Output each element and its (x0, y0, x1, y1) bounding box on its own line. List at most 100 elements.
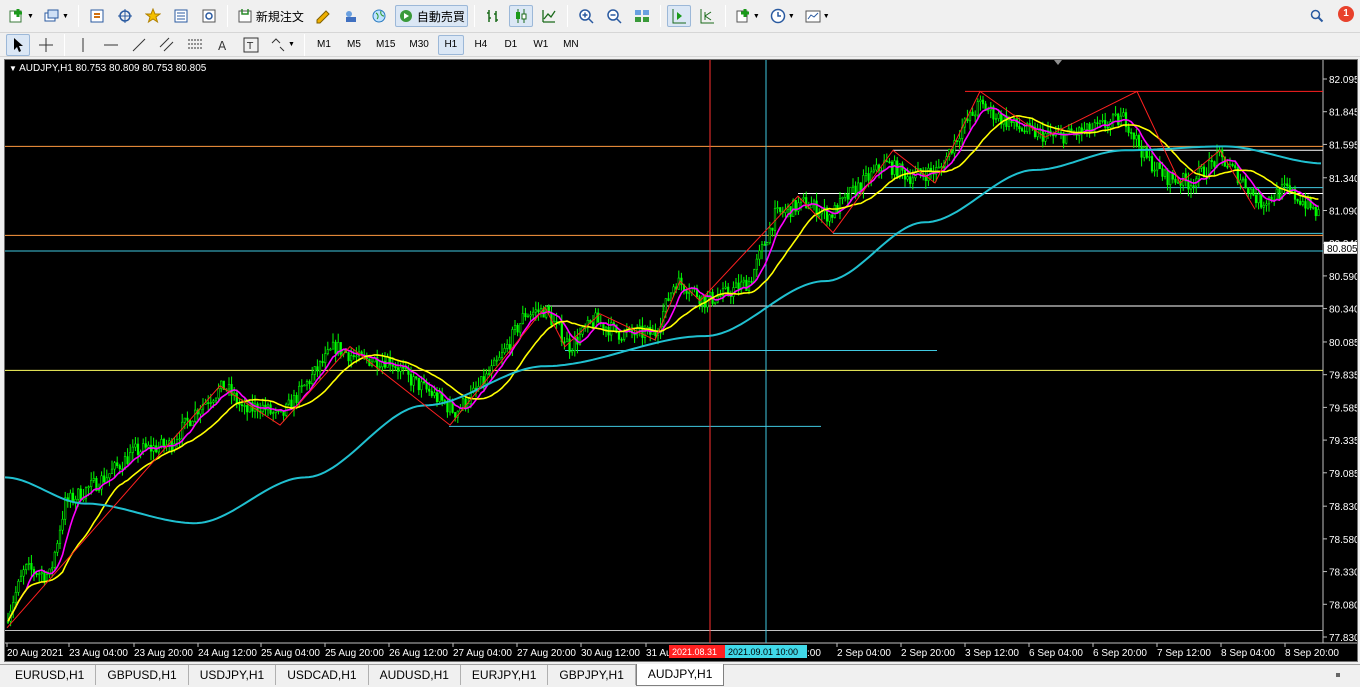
candle-body (134, 443, 137, 448)
collapse-arrow-icon[interactable]: ▼ (9, 64, 19, 73)
search-icon[interactable] (1310, 9, 1324, 23)
candle-body (1153, 169, 1156, 172)
timeframe-m15-button[interactable]: M15 (371, 35, 400, 55)
candle-body (1239, 179, 1242, 184)
candle-body (851, 185, 855, 188)
notifications-badge[interactable]: 1 (1338, 6, 1354, 22)
timeframe-m5-button[interactable]: M5 (341, 35, 367, 55)
candle-body (1101, 120, 1104, 122)
new-order-button[interactable]: 新規注文 (234, 5, 307, 27)
text-button[interactable]: A (211, 34, 235, 56)
chart-tab[interactable]: USDJPY,H1 (189, 665, 277, 685)
candle-body (1234, 165, 1237, 169)
equidistant-channel-button[interactable] (155, 34, 179, 56)
cursor-button[interactable] (6, 33, 30, 56)
trendline-icon (132, 38, 146, 51)
auto-trading-button[interactable]: 自動売買 (394, 5, 468, 27)
candle-body (300, 385, 303, 387)
crosshair-tool-button[interactable] (34, 34, 58, 56)
candle-body (1096, 122, 1099, 125)
chart-tab[interactable]: AUDUSD,H1 (369, 665, 461, 685)
chart-canvas[interactable]: 82.09581.84581.59581.34081.09080.84080.5… (5, 60, 1357, 661)
new-chart-button[interactable]: ▼ (6, 5, 37, 27)
tile-windows-button[interactable] (630, 5, 654, 27)
candle-body (737, 282, 740, 290)
templates-button[interactable]: ▼ (802, 5, 833, 27)
timeframe-h1-button[interactable]: H1 (437, 34, 464, 55)
candle-body (500, 352, 504, 358)
vertical-line-icon (82, 37, 84, 52)
candle-body (1257, 193, 1260, 204)
vertical-line-button[interactable] (71, 34, 95, 56)
timeframe-group: M1 M5 M15 M30 H1 H4 D1 W1 MN (309, 34, 586, 55)
candle-body (773, 208, 777, 231)
candle-body (831, 214, 834, 218)
chart-tab[interactable]: USDCAD,H1 (276, 665, 369, 685)
candle-body (664, 298, 667, 312)
bar-chart-button[interactable] (481, 5, 505, 27)
candle-body (355, 355, 358, 358)
candle-body (1015, 118, 1018, 127)
current-price-label: 80.805 (1327, 244, 1357, 255)
chart-tab[interactable]: EURUSD,H1 (4, 665, 97, 685)
line-chart-button[interactable] (537, 5, 561, 27)
candle-body (521, 313, 524, 324)
candle-body (805, 197, 808, 209)
chart-tab[interactable]: GBPJPY,H1 (548, 665, 636, 685)
price-tick-label: 77.830 (1329, 633, 1357, 644)
timeframe-m1-button[interactable]: M1 (311, 35, 337, 55)
horizontal-line-button[interactable] (99, 34, 123, 56)
periods-button[interactable]: ▼ (767, 5, 798, 27)
candle-body (526, 315, 530, 318)
candlestick-button[interactable] (508, 5, 533, 27)
timeframe-d1-button[interactable]: D1 (498, 35, 524, 55)
candle-body (885, 160, 888, 163)
candle-body (1130, 132, 1133, 134)
time-tick-label: 2 Sep 04:00 (837, 648, 891, 659)
time-tick-label: 7 Sep 12:00 (1157, 648, 1211, 659)
data-window-button[interactable] (113, 5, 137, 27)
candle-body (1111, 114, 1115, 122)
market-button[interactable] (367, 5, 391, 27)
time-tick-label: :00 (807, 648, 821, 659)
chart-shift-button[interactable] (666, 5, 691, 27)
candle-body (1150, 156, 1154, 172)
arrows-icon (271, 37, 285, 51)
candle-body (43, 572, 46, 582)
timeframe-m30-button[interactable]: M30 (404, 35, 433, 55)
metaeditor-button[interactable] (311, 5, 335, 27)
timeframe-h4-button[interactable]: H4 (468, 35, 494, 55)
chart-tab[interactable]: EURJPY,H1 (461, 665, 549, 685)
arrows-button[interactable]: ▼ (267, 34, 298, 56)
candle-body (480, 376, 483, 387)
indicators-button[interactable]: ▼ (732, 5, 763, 27)
text-label-button[interactable]: T (239, 34, 263, 56)
chart-tab[interactable]: AUDJPY,H1 (635, 664, 725, 686)
market-watch-button[interactable] (85, 5, 109, 27)
candle-body (768, 227, 771, 243)
timeframe-mn-button[interactable]: MN (558, 35, 584, 55)
candle-body (183, 417, 186, 423)
navigator-button[interactable] (141, 5, 165, 27)
autoscroll-button[interactable] (695, 5, 719, 27)
chart-tab[interactable]: GBPUSD,H1 (96, 665, 189, 685)
zoom-in-button[interactable] (574, 5, 598, 27)
time-tick-label: 23 Aug 20:00 (134, 648, 193, 659)
timeframe-w1-button[interactable]: W1 (528, 35, 554, 55)
profiles-button[interactable]: ▼ (41, 5, 72, 27)
candle-body (1260, 193, 1263, 208)
crosshair-tool-icon (39, 37, 53, 52)
chart-window[interactable]: 82.09581.84581.59581.34081.09080.84080.5… (4, 59, 1358, 662)
signals-button[interactable] (339, 5, 363, 27)
zoom-out-button[interactable] (602, 5, 626, 27)
price-tick-label: 81.340 (1329, 174, 1357, 185)
fibonacci-button[interactable] (183, 34, 207, 56)
auto-trading-icon (399, 10, 412, 22)
trendline-button[interactable] (127, 34, 151, 56)
candle-body (415, 376, 418, 379)
terminal-button[interactable] (169, 5, 193, 27)
strategy-tester-button[interactable] (197, 5, 221, 27)
candle-body (347, 352, 350, 362)
line-chart-icon (542, 10, 556, 23)
candle-body (217, 388, 220, 399)
